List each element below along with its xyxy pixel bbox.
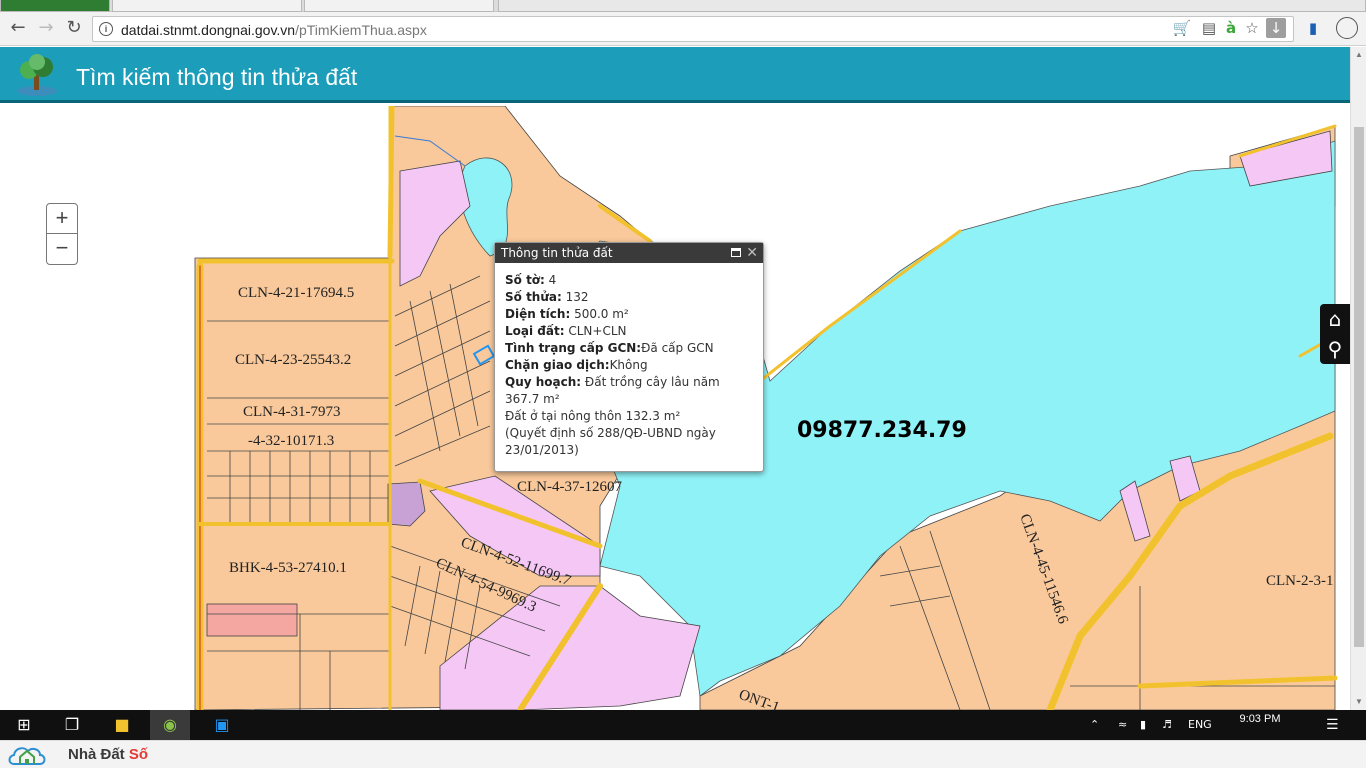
reload-icon[interactable]: ↻: [62, 16, 86, 40]
so-to-label: Số tờ:: [505, 273, 545, 287]
parcel-label: -4-32-10171.3: [248, 433, 334, 449]
quy-hoach-detail: Đất ở tại nông thôn 132.3 m²: [505, 409, 681, 423]
maximize-icon[interactable]: [731, 248, 741, 257]
close-icon[interactable]: ✕: [746, 243, 758, 263]
browser-tab[interactable]: [112, 0, 302, 12]
zoom-out-button[interactable]: −: [47, 234, 77, 264]
parcel-special: [206, 603, 298, 637]
chan-giao-dich-value: Không: [609, 358, 648, 372]
loai-dat-row: Loại đất: CLN+CLN: [505, 323, 753, 340]
search-icon[interactable]: ⚲: [1320, 334, 1350, 364]
bookmark-star-icon[interactable]: ☆: [1242, 18, 1262, 38]
network-icon[interactable]: ≈: [1118, 710, 1127, 740]
download-icon[interactable]: ↓: [1266, 18, 1286, 38]
so-thua-label: Số thửa:: [505, 290, 562, 304]
url-domain: datdai.stnmt.dongnai.gov.vn: [121, 22, 296, 38]
browser-tab[interactable]: [304, 0, 494, 12]
browser-tab-strip: [0, 0, 1366, 12]
chan-giao-dich-label: Chặn giao dịch:: [505, 358, 610, 372]
translate-icon[interactable]: ▤: [1199, 18, 1219, 38]
brand-name: Nhà Đất Số: [68, 746, 148, 763]
scrollbar-thumb[interactable]: [1354, 127, 1364, 647]
map-side-tools: ⌂ ⚲: [1320, 304, 1350, 364]
bookmark-extension-icon[interactable]: ▮: [1303, 18, 1323, 38]
loai-dat-value: CLN+CLN: [568, 324, 627, 338]
parcel-label: CLN-4-37-12607: [517, 479, 622, 495]
tinh-trang-value: Đã cấp GCN: [641, 341, 714, 355]
tinh-trang-label: Tình trạng cấp GCN:: [505, 341, 642, 355]
quy-hoach-label: Quy hoạch:: [505, 375, 582, 389]
quy-hoach-row: Quy hoạch: Đất trồng cây lâu năm 367.7 m…: [505, 374, 753, 408]
popup-body: Số tờ: 4 Số thửa: 132 Diện tích: 500.0 m…: [495, 263, 763, 468]
browser-tab[interactable]: [498, 0, 1366, 12]
zoom-control: + −: [46, 203, 78, 265]
windows-taskbar: ⊞ ❐ ■ ◉ ▣ ⌃ ≈ ▮ ♬ ENG 9:03 PM ☰: [0, 710, 1366, 740]
parcel-label: CLN-4-31-7973: [243, 404, 341, 420]
back-icon[interactable]: ←: [6, 16, 30, 40]
forward-icon[interactable]: →: [34, 16, 58, 40]
parcel-info-popup: Thông tin thửa đất ✕ Số tờ: 4 Số thửa: 1…: [494, 242, 764, 472]
browser-tab-active[interactable]: [0, 0, 110, 12]
windows-start-icon[interactable]: ⊞: [4, 710, 44, 740]
brand-main: Nhà Đất: [68, 746, 129, 763]
volume-icon[interactable]: ♬: [1162, 710, 1172, 740]
tree-logo-icon: [17, 54, 57, 96]
address-bar[interactable]: i datdai.stnmt.dongnai.gov.vn/pTimKiemTh…: [92, 16, 1294, 42]
cart-extension-icon[interactable]: 🛒: [1172, 18, 1192, 38]
loai-dat-label: Loại đất:: [505, 324, 565, 338]
battery-icon[interactable]: ▮: [1140, 710, 1146, 740]
notifications-icon[interactable]: ☰: [1326, 710, 1339, 740]
map-canvas[interactable]: CLN-4-21-17694.5 CLN-4-23-25543.2 CLN-4-…: [0, 106, 1350, 710]
zoom-in-button[interactable]: +: [47, 204, 77, 234]
watermark-bar: Nhà Đất Số: [0, 740, 1366, 768]
parcel-label: CLN-4-23-25543.2: [235, 352, 351, 368]
so-thua-value: 132: [565, 290, 589, 304]
coc-coc-browser-icon[interactable]: ◉: [150, 710, 190, 740]
dien-tich-label: Diện tích:: [505, 307, 571, 321]
house-cloud-logo-icon: [8, 747, 46, 765]
brand-accent: Số: [128, 746, 149, 763]
scroll-up-icon[interactable]: ▲: [1351, 50, 1366, 59]
dien-tich-value: 500.0 m²: [574, 307, 629, 321]
parcel-label: CLN-4-21-17694.5: [238, 285, 354, 301]
so-thua-row: Số thửa: 132: [505, 289, 753, 306]
app-header: Tìm kiếm thông tin thửa đất: [0, 47, 1350, 103]
so-to-value: 4: [548, 273, 557, 287]
taskbar-clock[interactable]: 9:03 PM: [1230, 713, 1290, 725]
tinh-trang-row: Tình trạng cấp GCN:Đã cấp GCN: [505, 340, 753, 357]
vietnamese-input-icon[interactable]: à: [1221, 18, 1241, 38]
profile-icon[interactable]: [1336, 17, 1358, 39]
zalo-icon[interactable]: ▣: [202, 710, 242, 740]
popup-title: Thông tin thửa đất: [501, 246, 613, 260]
parcel-label: BHK-4-53-27410.1: [229, 560, 347, 576]
page-title: Tìm kiếm thông tin thửa đất: [76, 64, 358, 90]
scroll-down-icon[interactable]: ▼: [1351, 697, 1366, 706]
task-view-icon[interactable]: ❐: [52, 710, 92, 740]
url-text[interactable]: datdai.stnmt.dongnai.gov.vn/pTimKiemThua…: [121, 22, 427, 38]
language-indicator[interactable]: ENG: [1188, 710, 1212, 740]
url-path: /pTimKiemThua.aspx: [295, 22, 427, 38]
home-icon[interactable]: ⌂: [1320, 304, 1350, 334]
chan-giao-dich-row: Chặn giao dịch:Không: [505, 357, 753, 374]
info-icon[interactable]: i: [99, 22, 113, 36]
browser-toolbar: ← → ↻ i datdai.stnmt.dongnai.gov.vn/pTim…: [0, 12, 1366, 46]
popup-header: Thông tin thửa đất ✕: [495, 243, 763, 263]
dien-tich-row: Diện tích: 500.0 m²: [505, 306, 753, 323]
so-to-row: Số tờ: 4: [505, 272, 753, 289]
quy-hoach-decision: (Quyết định số 288/QĐ-UBND ngày 23/01/20…: [505, 426, 716, 457]
phone-watermark: 09877.234.79: [797, 418, 967, 443]
tray-expand-icon[interactable]: ⌃: [1090, 710, 1099, 740]
file-explorer-icon[interactable]: ■: [102, 710, 142, 740]
parcel-label: CLN-2-3-1: [1266, 573, 1334, 589]
page-scrollbar[interactable]: ▲ ▼: [1350, 47, 1366, 710]
